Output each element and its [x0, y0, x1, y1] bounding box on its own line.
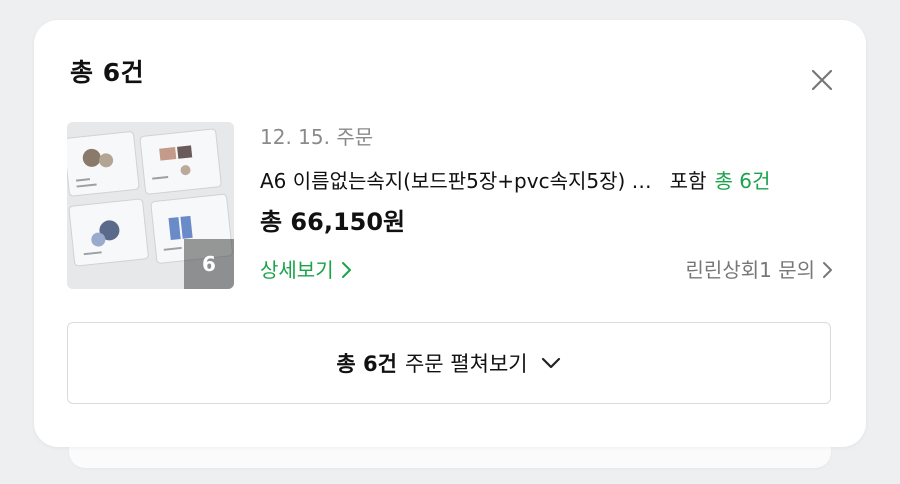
expand-label: 주문 펼쳐보기 — [404, 352, 528, 376]
chevron-right-icon — [341, 262, 351, 278]
seller-inquiry-label: 린린상회1 문의 — [685, 258, 815, 282]
chevron-down-icon — [541, 357, 560, 369]
detail-view-link[interactable]: 상세보기 — [260, 257, 352, 283]
close-icon[interactable] — [808, 66, 836, 94]
included-count: 총 6건 — [714, 169, 771, 193]
summary-title: 총 6건 — [70, 58, 145, 87]
product-thumbnail[interactable]: 6 — [67, 122, 234, 289]
product-line: A6 이름없는속지(보드판5장+pvc속지5장) … 포함 총 6건 — [260, 168, 840, 194]
order-total-price: 총 66,150원 — [260, 208, 406, 236]
expand-count: 총 6건 — [336, 352, 397, 376]
order-summary-card: 총 6건 6 12. 15. 주문 A6 이름없는속지(보드판5장+pvc속지5… — [34, 20, 866, 447]
seller-inquiry-link[interactable]: 린린상회1 문의 — [686, 257, 833, 283]
order-date: 12. 15. 주문 — [260, 125, 374, 149]
detail-view-label: 상세보기 — [260, 258, 334, 282]
product-name[interactable]: A6 이름없는속지(보드판5장+pvc속지5장) … — [260, 168, 652, 194]
chevron-right-icon — [823, 262, 832, 278]
included-label: 포함 — [669, 169, 707, 193]
thumbnail-count-badge: 6 — [184, 239, 234, 289]
expand-orders-button[interactable]: 총 6건 주문 펼쳐보기 — [67, 322, 831, 404]
